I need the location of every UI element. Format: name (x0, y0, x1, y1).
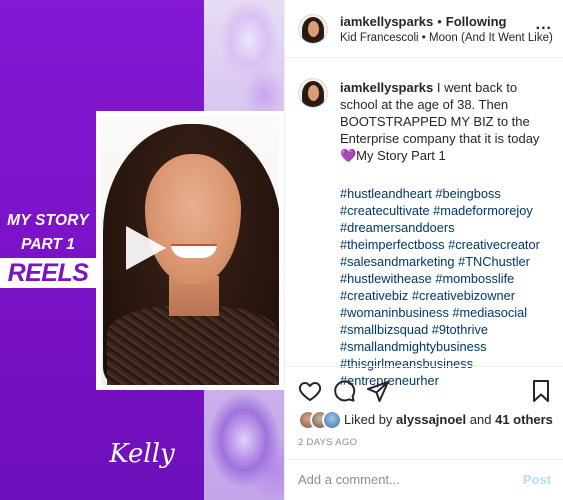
header-username[interactable]: iamkellysparks (340, 14, 433, 29)
hashtag-line[interactable]: #womaninbusiness #mediasocial (340, 304, 555, 321)
hashtag-line[interactable]: #smallandmightybusiness (340, 338, 555, 355)
hashtag-line[interactable]: #smallbizsquad #9tothrive (340, 321, 555, 338)
more-options-icon[interactable]: ... (536, 17, 552, 33)
hashtag-list: #hustleandheart #beingboss #createcultiv… (340, 185, 555, 389)
hashtag-line[interactable]: #hustleandheart #beingboss (340, 185, 555, 202)
action-icon-row (285, 379, 563, 405)
audio-track-link[interactable]: Kid Francescoli • Moon (And It Went Like… (340, 32, 553, 44)
avatar-face (308, 21, 319, 37)
header-title-row: iamkellysparks • Following (340, 14, 506, 29)
share-icon[interactable] (366, 379, 390, 403)
reels-label: REELS (7, 259, 89, 287)
caption-avatar[interactable] (298, 78, 328, 108)
bookmark-icon[interactable] (529, 379, 553, 403)
story-title-line2: PART 1 (21, 236, 75, 253)
avatar[interactable] (298, 14, 328, 44)
kelly-logo: Kelly (108, 439, 175, 469)
post-timestamp[interactable]: 2 DAYS AGO (298, 437, 357, 448)
following-status[interactable]: Following (446, 14, 507, 29)
post-details-panel: iamkellysparks • Following Kid Francescoli… (284, 0, 563, 500)
liked-and-label: and (469, 412, 492, 427)
hashtag-line[interactable]: #hustlewithease #mombosslife (340, 270, 555, 287)
liker-avatars[interactable] (298, 410, 342, 430)
comment-input[interactable] (298, 472, 498, 487)
post-header: iamkellysparks • Following Kid Francescoli… (285, 0, 563, 58)
heart-icon[interactable] (298, 379, 322, 403)
caption-text: iamkellysparks I went back to school at … (340, 79, 552, 164)
comment-bar: Post (285, 459, 563, 500)
hashtag-line[interactable]: #creativebiz #creativebizowner (340, 287, 555, 304)
hashtag-line[interactable]: #dreamersanddoers (340, 219, 555, 236)
liked-by-user[interactable]: alyssajnoel (396, 412, 466, 427)
liked-others-count[interactable]: 41 others (495, 412, 553, 427)
portrait-clothing (107, 306, 279, 385)
hashtag-line[interactable]: #theimperfectboss #creativecreator (340, 236, 555, 253)
portrait-smile (171, 244, 217, 258)
story-title-line1: MY STORY (7, 212, 89, 229)
header-separator: • (437, 14, 442, 29)
liker-avatar (322, 410, 342, 430)
hashtag-line[interactable]: #createcultivate #madeformorejoy (340, 202, 555, 219)
comment-icon[interactable] (332, 379, 356, 403)
play-icon[interactable] (118, 222, 170, 274)
post-comment-button[interactable]: Post (523, 472, 551, 487)
caption-username[interactable]: iamkellysparks (340, 80, 433, 95)
post-media[interactable]: MY STORY PART 1 REELS Kelly (0, 0, 284, 500)
caption-section: iamkellysparks I went back to school at … (285, 59, 563, 388)
post-actions: Liked by alyssajnoel and 41 others 2 DAY… (285, 366, 563, 500)
caption-avatar-face (308, 85, 319, 101)
hashtag-line[interactable]: #salesandmarketing #TNChustler (340, 253, 555, 270)
kelly-logo-text: Kelly (108, 439, 175, 469)
likes-text: Liked by alyssajnoel and 41 others (344, 412, 553, 427)
liked-by-label: Liked by (344, 412, 393, 427)
